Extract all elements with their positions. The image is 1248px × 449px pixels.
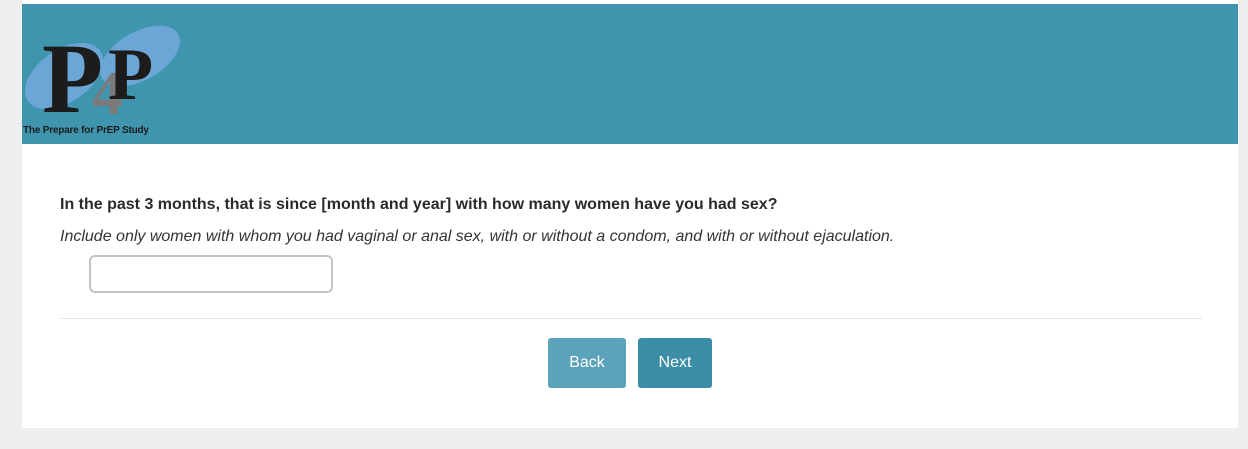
study-logo: P 4 P The Prepare for PrEP Study bbox=[22, 4, 202, 144]
logo-graphic: P 4 P bbox=[24, 23, 180, 134]
divider bbox=[60, 318, 1202, 319]
header-banner: P 4 P The Prepare for PrEP Study bbox=[22, 4, 1238, 144]
logo-letter-p2: P bbox=[108, 34, 153, 116]
next-button[interactable]: Next bbox=[638, 338, 712, 388]
question-instruction: Include only women with whom you had vag… bbox=[60, 228, 895, 245]
survey-card: P 4 P The Prepare for PrEP Study In the … bbox=[22, 0, 1238, 428]
logo-caption: The Prepare for PrEP Study bbox=[23, 125, 149, 136]
back-button[interactable]: Back bbox=[548, 338, 626, 388]
question-text: In the past 3 months, that is since [mon… bbox=[60, 196, 778, 213]
answer-input[interactable] bbox=[89, 255, 333, 293]
